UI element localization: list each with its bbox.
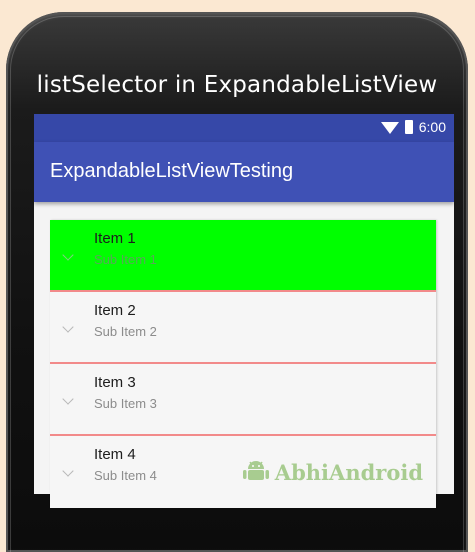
android-logo-icon: [242, 461, 269, 480]
list-group-item[interactable]: Item 1 Sub Item 1: [50, 220, 436, 292]
watermark-logo: AbhiAndroid: [239, 459, 423, 485]
list-group-item[interactable]: Item 2 Sub Item 2: [50, 292, 436, 364]
group-subtitle: Sub Item 2: [94, 324, 157, 339]
page-title: listSelector in ExpandableListView: [36, 72, 438, 98]
group-subtitle: Sub Item 4: [94, 468, 157, 483]
chevron-down-icon[interactable]: [62, 321, 74, 333]
wifi-icon: [380, 122, 399, 134]
status-bar: 6:00: [34, 114, 454, 142]
group-title: Item 1: [94, 230, 136, 247]
app-title: ExpandableListViewTesting: [50, 160, 294, 182]
watermark-text: AbhiAndroid: [274, 459, 423, 485]
battery-icon: [404, 120, 413, 134]
list-group-item[interactable]: Item 3 Sub Item 3: [50, 364, 436, 436]
status-icons: 6:00: [380, 119, 446, 135]
app-bar: ExpandableListViewTesting: [34, 142, 454, 202]
status-time: 6:00: [418, 119, 446, 135]
group-title: Item 3: [94, 374, 136, 391]
group-subtitle: Sub Item 1: [94, 252, 157, 267]
group-subtitle: Sub Item 3: [94, 396, 157, 411]
group-title: Item 4: [94, 446, 136, 463]
group-title: Item 2: [94, 302, 136, 319]
chevron-down-icon[interactable]: [62, 465, 74, 477]
chevron-down-icon[interactable]: [62, 249, 74, 261]
chevron-down-icon[interactable]: [62, 393, 74, 405]
